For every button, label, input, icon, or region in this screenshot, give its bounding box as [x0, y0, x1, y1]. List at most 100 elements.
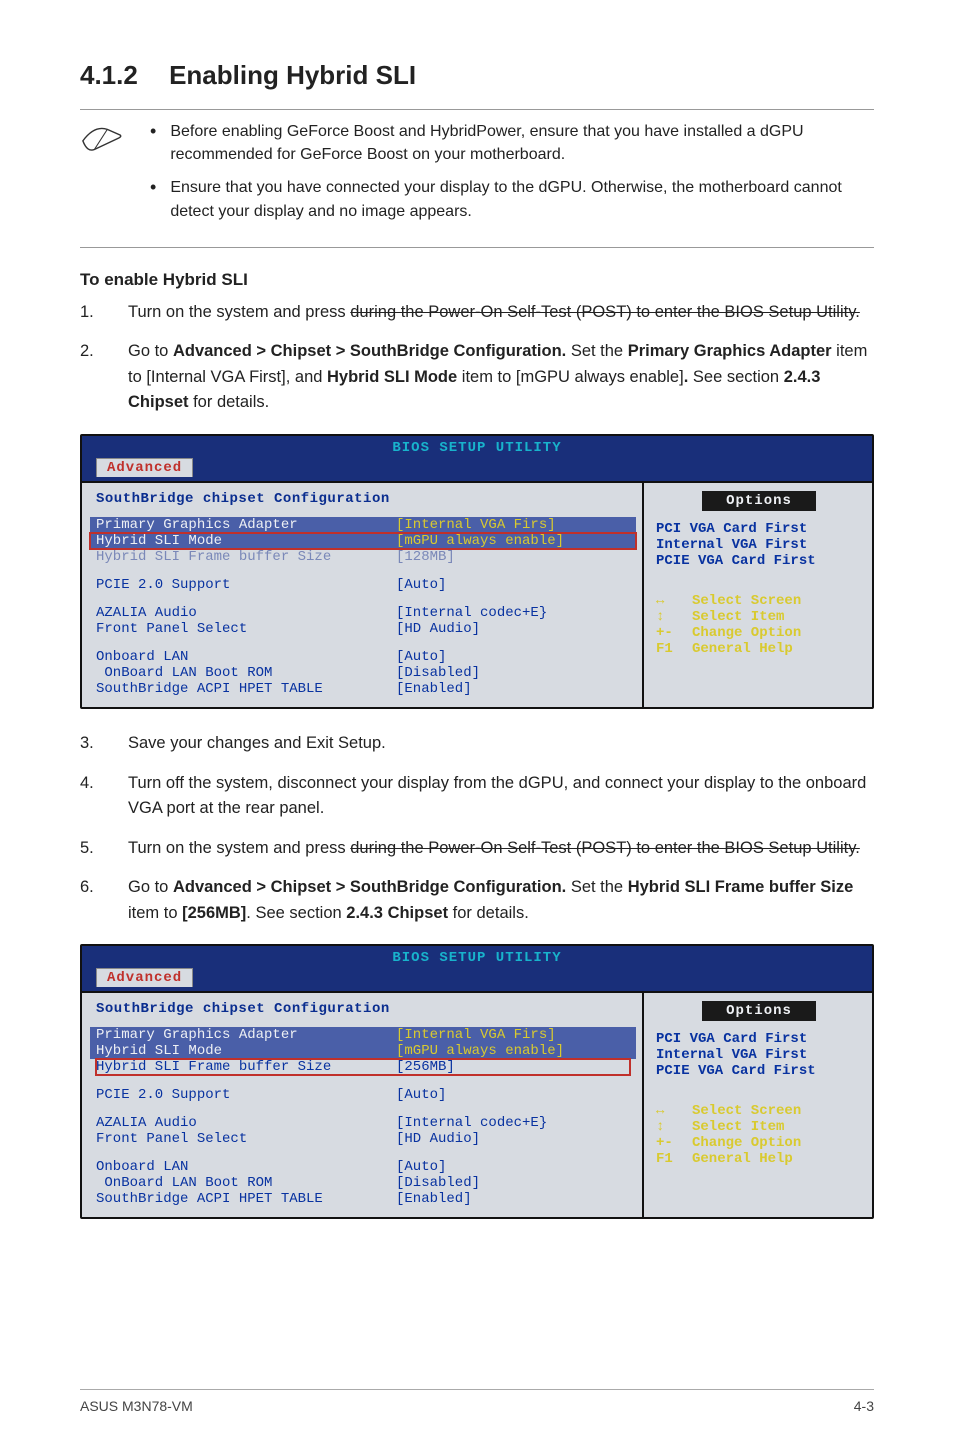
bios-setting-value: [128MB] [396, 549, 455, 565]
bios-setting-label: Primary Graphics Adapter [96, 1027, 396, 1043]
bios-setting-label: AZALIA Audio [96, 1115, 396, 1131]
bios-nav-text: Select Item [692, 609, 784, 625]
bios-options-list: PCI VGA Card First Internal VGA First PC… [656, 1031, 862, 1079]
bios-setting-row[interactable]: SouthBridge ACPI HPET TABLE[Enabled] [96, 1191, 630, 1207]
bios-option[interactable]: PCI VGA Card First [656, 1031, 862, 1047]
bios-title: BIOS SETUP UTILITY [82, 436, 872, 458]
bios-tab-advanced[interactable]: Advanced [96, 458, 193, 477]
bios-nav-help: ↔Select Screen↕ Select Item+-Change Optio… [656, 1103, 862, 1167]
bios-option[interactable]: PCIE VGA Card First [656, 1063, 862, 1079]
bios-setting-label: OnBoard LAN Boot ROM [96, 1175, 396, 1191]
bios-setting-row[interactable]: AZALIA Audio[Internal codec+E} [96, 1115, 630, 1131]
bios-setting-row[interactable]: OnBoard LAN Boot ROM[Disabled] [96, 665, 630, 681]
bios-options-list: PCI VGA Card First Internal VGA First PC… [656, 521, 862, 569]
step-number: 4. [80, 771, 106, 822]
bios-setting-label: Front Panel Select [96, 1131, 396, 1147]
bios-setting-value: [Internal codec+E} [396, 1115, 547, 1131]
bios-nav-key: F1 [656, 1151, 682, 1167]
bios-setting-value: [Auto] [396, 1159, 446, 1175]
bios-setting-label: SouthBridge ACPI HPET TABLE [96, 1191, 396, 1207]
bios-nav-text: Select Item [692, 1119, 784, 1135]
bios-setting-row[interactable]: PCIE 2.0 Support[Auto] [96, 1087, 630, 1103]
bios-options-title: Options [702, 491, 816, 511]
footer-product: ASUS M3N78-VM [80, 1398, 193, 1414]
bios-body: SouthBridge chipset Configuration Primar… [82, 991, 872, 1217]
bios-spacer [96, 637, 630, 649]
bios-setting-row[interactable]: PCIE 2.0 Support[Auto] [96, 577, 630, 593]
step-number: 2. [80, 339, 106, 416]
bios-setting-row[interactable]: OnBoard LAN Boot ROM[Disabled] [96, 1175, 630, 1191]
bios-setting-row[interactable]: Hybrid SLI Mode[mGPU always enable] [90, 533, 636, 549]
bios-setting-row[interactable]: Front Panel Select[HD Audio] [96, 1131, 630, 1147]
step-text: Save your changes and Exit Setup. [128, 731, 386, 757]
bios-nav-row: +-Change Option [656, 1135, 862, 1151]
bios-nav-row: F1General Help [656, 1151, 862, 1167]
step-text: Turn on the system and press during the … [128, 836, 860, 862]
bios-spacer [96, 1147, 630, 1159]
note-text: Before enabling GeForce Boost and Hybrid… [170, 120, 874, 166]
section-title: Enabling Hybrid SLI [169, 60, 416, 90]
bios-tab-row: Advanced [82, 968, 872, 991]
bios-nav-text: Change Option [692, 1135, 801, 1151]
step-item: 1. Turn on the system and press during th… [80, 300, 874, 326]
bios-setting-row[interactable]: SouthBridge ACPI HPET TABLE[Enabled] [96, 681, 630, 697]
bios-spacer [96, 1075, 630, 1087]
bios-option[interactable]: Internal VGA First [656, 537, 862, 553]
bios-setting-label: Onboard LAN [96, 1159, 396, 1175]
step-text: Turn off the system, disconnect your dis… [128, 771, 874, 822]
bios-panel: BIOS SETUP UTILITY Advanced SouthBridge … [80, 944, 874, 1219]
bios-right-pane: Options PCI VGA Card First Internal VGA … [642, 483, 872, 707]
bios-setting-value: [Enabled] [396, 681, 472, 697]
bios-setting-row[interactable]: Primary Graphics Adapter[Internal VGA Fi… [90, 1027, 636, 1043]
bios-setting-row[interactable]: Primary Graphics Adapter[Internal VGA Fi… [90, 517, 636, 533]
bios-nav-row: F1 General Help [656, 641, 862, 657]
step-item: 3. Save your changes and Exit Setup. [80, 731, 874, 757]
bios-nav-text: Select Screen [692, 593, 801, 609]
bios-nav-key: ↕ [656, 1119, 682, 1135]
bios-option[interactable]: PCIE VGA Card First [656, 553, 862, 569]
bios-nav-text: General Help [692, 641, 793, 657]
bios-setting-label: Hybrid SLI Mode [96, 533, 396, 549]
bios-nav-text: Select Screen [692, 1103, 801, 1119]
bios-setting-row[interactable]: Onboard LAN[Auto] [96, 1159, 630, 1175]
bios-option[interactable]: Internal VGA First [656, 1047, 862, 1063]
step-number: 6. [80, 875, 106, 926]
bios-option[interactable]: PCI VGA Card First [656, 521, 862, 537]
step-item: 5. Turn on the system and press during th… [80, 836, 874, 862]
bios-right-pane: Options PCI VGA Card First Internal VGA … [642, 993, 872, 1217]
bios-nav-key: F1 [656, 641, 682, 657]
bios-setting-value: [HD Audio] [396, 621, 480, 637]
bios-settings-list: Primary Graphics Adapter[Internal VGA Fi… [96, 1027, 630, 1207]
bios-spacer [96, 565, 630, 577]
bios-setting-row[interactable]: AZALIA Audio[Internal codec+E} [96, 605, 630, 621]
bios-options-title: Options [702, 1001, 816, 1021]
note-text: Ensure that you have connected your disp… [170, 176, 874, 222]
bios-setting-label: Front Panel Select [96, 621, 396, 637]
bios-options-title-wrap: Options [656, 1001, 862, 1021]
bios-panel-title: SouthBridge chipset Configuration [96, 491, 630, 507]
bios-setting-row[interactable]: Front Panel Select[HD Audio] [96, 621, 630, 637]
bios-setting-value: [HD Audio] [396, 1131, 480, 1147]
subheading-enable: To enable Hybrid SLI [80, 270, 874, 290]
steps-list: 1. Turn on the system and press during th… [80, 300, 874, 416]
bios-body: SouthBridge chipset Configuration Primar… [82, 481, 872, 707]
step-text: Turn on the system and press during the … [128, 300, 860, 326]
bios-setting-value: [Internal VGA Firs] [396, 1027, 556, 1043]
bios-setting-row[interactable]: Hybrid SLI Frame buffer Size[128MB] [96, 549, 630, 565]
step-item: 4. Turn off the system, disconnect your d… [80, 771, 874, 822]
step-number: 5. [80, 836, 106, 862]
bios-tab-advanced[interactable]: Advanced [96, 968, 193, 987]
bios-setting-label: Onboard LAN [96, 649, 396, 665]
bios-setting-row[interactable]: Hybrid SLI Mode[mGPU always enable] [90, 1043, 636, 1059]
step-number: 1. [80, 300, 106, 326]
note-item: Before enabling GeForce Boost and Hybrid… [150, 120, 874, 166]
bios-setting-row[interactable]: Hybrid SLI Frame buffer Size[256MB] [96, 1059, 630, 1075]
step-number: 3. [80, 731, 106, 757]
bios-nav-row: ↔Select Screen [656, 1103, 862, 1119]
bios-nav-key: ↕ [656, 609, 682, 625]
note-block: Before enabling GeForce Boost and Hybrid… [80, 109, 874, 248]
pen-icon [80, 120, 126, 161]
step-text: Go to Advanced > Chipset > SouthBridge C… [128, 875, 874, 926]
bios-setting-value: [mGPU always enable] [396, 1043, 564, 1059]
bios-setting-row[interactable]: Onboard LAN[Auto] [96, 649, 630, 665]
